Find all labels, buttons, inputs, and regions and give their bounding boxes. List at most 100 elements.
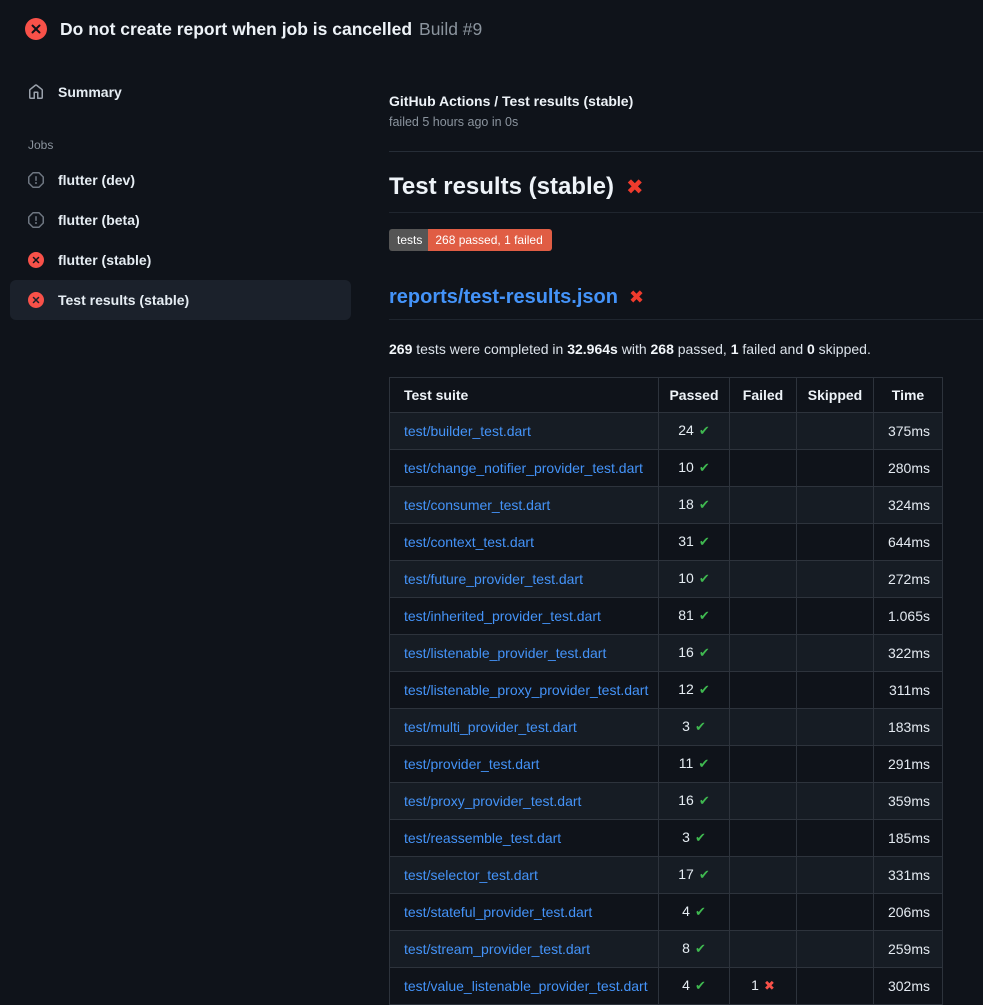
failed-cell bbox=[730, 894, 797, 931]
check-icon: ✔ bbox=[699, 461, 710, 476]
breadcrumb: GitHub Actions / Test results (stable) bbox=[389, 93, 983, 109]
table-row: test/consumer_test.dart18✔324ms bbox=[390, 487, 943, 524]
table-row: test/multi_provider_test.dart3✔183ms bbox=[390, 709, 943, 746]
check-icon: ✔ bbox=[699, 646, 710, 661]
failed-cell bbox=[730, 524, 797, 561]
x-circle-icon bbox=[28, 252, 44, 268]
suite-cell: test/listenable_proxy_provider_test.dart bbox=[390, 672, 659, 709]
suite-link[interactable]: test/listenable_provider_test.dart bbox=[404, 645, 606, 661]
report-file-link[interactable]: reports/test-results.json bbox=[389, 285, 618, 310]
page-title: Do not create report when job is cancell… bbox=[60, 17, 482, 41]
suite-link[interactable]: test/stateful_provider_test.dart bbox=[404, 904, 592, 920]
suite-link[interactable]: test/builder_test.dart bbox=[404, 423, 531, 439]
table-row: test/context_test.dart31✔644ms bbox=[390, 524, 943, 561]
check-icon: ✔ bbox=[699, 868, 710, 883]
time-cell: 280ms bbox=[874, 450, 943, 487]
time-cell: 1.065s bbox=[874, 598, 943, 635]
test-results-table: Test suitePassedFailedSkippedTime test/b… bbox=[389, 377, 943, 1005]
sidebar-item-flutter-dev[interactable]: flutter (dev) bbox=[10, 160, 351, 200]
table-row: test/proxy_provider_test.dart16✔359ms bbox=[390, 783, 943, 820]
passed-cell: 81✔ bbox=[659, 598, 730, 635]
skipped-cell bbox=[797, 820, 874, 857]
summary-segment: skipped. bbox=[815, 341, 871, 357]
summary-segment: passed, bbox=[674, 341, 731, 357]
sidebar-item-summary[interactable]: Summary bbox=[10, 72, 351, 112]
table-row: test/stateful_provider_test.dart4✔206ms bbox=[390, 894, 943, 931]
section-title: Test results (stable) ✖ bbox=[389, 172, 983, 213]
skipped-cell bbox=[797, 968, 874, 1005]
time-cell: 375ms bbox=[874, 413, 943, 450]
time-cell: 291ms bbox=[874, 746, 943, 783]
time-cell: 259ms bbox=[874, 931, 943, 968]
sidebar-item-flutter-beta[interactable]: flutter (beta) bbox=[10, 200, 351, 240]
sidebar-item-label: flutter (dev) bbox=[58, 172, 135, 188]
table-row: test/reassemble_test.dart3✔185ms bbox=[390, 820, 943, 857]
table-header-row: Test suitePassedFailedSkippedTime bbox=[390, 378, 943, 413]
suite-cell: test/change_notifier_provider_test.dart bbox=[390, 450, 659, 487]
table-row: test/stream_provider_test.dart 8✔ 259ms bbox=[390, 931, 943, 968]
suite-cell: test/reassemble_test.dart bbox=[390, 820, 659, 857]
suite-link[interactable]: test/selector_test.dart bbox=[404, 867, 538, 883]
skipped-cell bbox=[797, 561, 874, 598]
column-header-failed: Failed bbox=[730, 378, 797, 413]
column-header-passed: Passed bbox=[659, 378, 730, 413]
summary-segment: tests were completed in bbox=[412, 341, 567, 357]
time-cell: 206ms bbox=[874, 894, 943, 931]
suite-cell: test/stateful_provider_test.dart bbox=[390, 894, 659, 931]
badge-value: 268 passed, 1 failed bbox=[428, 229, 551, 251]
test-summary-line: 269 tests were completed in 32.964s with… bbox=[389, 341, 983, 358]
failed-cell bbox=[730, 561, 797, 598]
failed-cell bbox=[730, 746, 797, 783]
check-icon: ✔ bbox=[698, 757, 709, 772]
report-title: reports/test-results.json ✖ bbox=[389, 285, 983, 320]
suite-link[interactable]: test/listenable_proxy_provider_test.dart bbox=[404, 682, 648, 698]
passed-cell: 16✔ bbox=[659, 635, 730, 672]
suite-cell: test/multi_provider_test.dart bbox=[390, 709, 659, 746]
check-icon: ✔ bbox=[695, 979, 706, 994]
skipped-cell bbox=[797, 524, 874, 561]
sidebar: Summary Jobs flutter (dev)flutter (beta)… bbox=[0, 56, 389, 320]
skipped-cell bbox=[797, 413, 874, 450]
check-icon: ✔ bbox=[695, 720, 706, 735]
build-number: Build #9 bbox=[419, 19, 482, 39]
summary-segment: 268 bbox=[651, 341, 674, 357]
suite-link[interactable]: test/context_test.dart bbox=[404, 534, 534, 550]
suite-link[interactable]: test/future_provider_test.dart bbox=[404, 571, 583, 587]
sidebar-item-test-results-stable[interactable]: Test results (stable) bbox=[10, 280, 351, 320]
table-row: test/listenable_provider_test.dart16✔322… bbox=[390, 635, 943, 672]
suite-link[interactable]: test/multi_provider_test.dart bbox=[404, 719, 577, 735]
suite-link[interactable]: test/stream_provider_test.dart bbox=[404, 941, 590, 957]
suite-link[interactable]: test/consumer_test.dart bbox=[404, 497, 550, 513]
suite-link[interactable]: test/change_notifier_provider_test.dart bbox=[404, 460, 643, 476]
home-icon bbox=[28, 84, 44, 100]
jobs-list: flutter (dev) flutter (beta)flutter (stab… bbox=[0, 160, 389, 320]
time-cell: 331ms bbox=[874, 857, 943, 894]
suite-link[interactable]: test/proxy_provider_test.dart bbox=[404, 793, 581, 809]
table-row: test/value_listenable_provider_test.dart… bbox=[390, 968, 943, 1005]
x-circle-icon bbox=[28, 292, 44, 308]
time-cell: 185ms bbox=[874, 820, 943, 857]
passed-cell: 8✔ bbox=[659, 931, 730, 968]
x-circle-icon bbox=[25, 18, 47, 40]
time-cell: 311ms bbox=[874, 672, 943, 709]
suite-link[interactable]: test/value_listenable_provider_test.dart bbox=[404, 978, 648, 994]
check-icon: ✔ bbox=[695, 831, 706, 846]
failed-x-icon: ✖ bbox=[629, 285, 644, 310]
failed-x-icon: ✖ bbox=[626, 172, 644, 202]
passed-cell: 18✔ bbox=[659, 487, 730, 524]
failed-cell bbox=[730, 487, 797, 524]
failed-cell bbox=[730, 931, 797, 968]
check-icon: ✔ bbox=[699, 572, 710, 587]
suite-link[interactable]: test/inherited_provider_test.dart bbox=[404, 608, 601, 624]
failed-cell bbox=[730, 857, 797, 894]
skipped-cell bbox=[797, 931, 874, 968]
tests-badge: tests 268 passed, 1 failed bbox=[389, 229, 552, 251]
suite-link[interactable]: test/provider_test.dart bbox=[404, 756, 539, 772]
summary-segment: with bbox=[618, 341, 651, 357]
sidebar-item-flutter-stable[interactable]: flutter (stable) bbox=[10, 240, 351, 280]
check-icon: ✔ bbox=[699, 498, 710, 513]
check-icon: ✔ bbox=[699, 535, 710, 550]
table-row: test/listenable_proxy_provider_test.dart… bbox=[390, 672, 943, 709]
suite-cell: test/proxy_provider_test.dart bbox=[390, 783, 659, 820]
suite-link[interactable]: test/reassemble_test.dart bbox=[404, 830, 561, 846]
